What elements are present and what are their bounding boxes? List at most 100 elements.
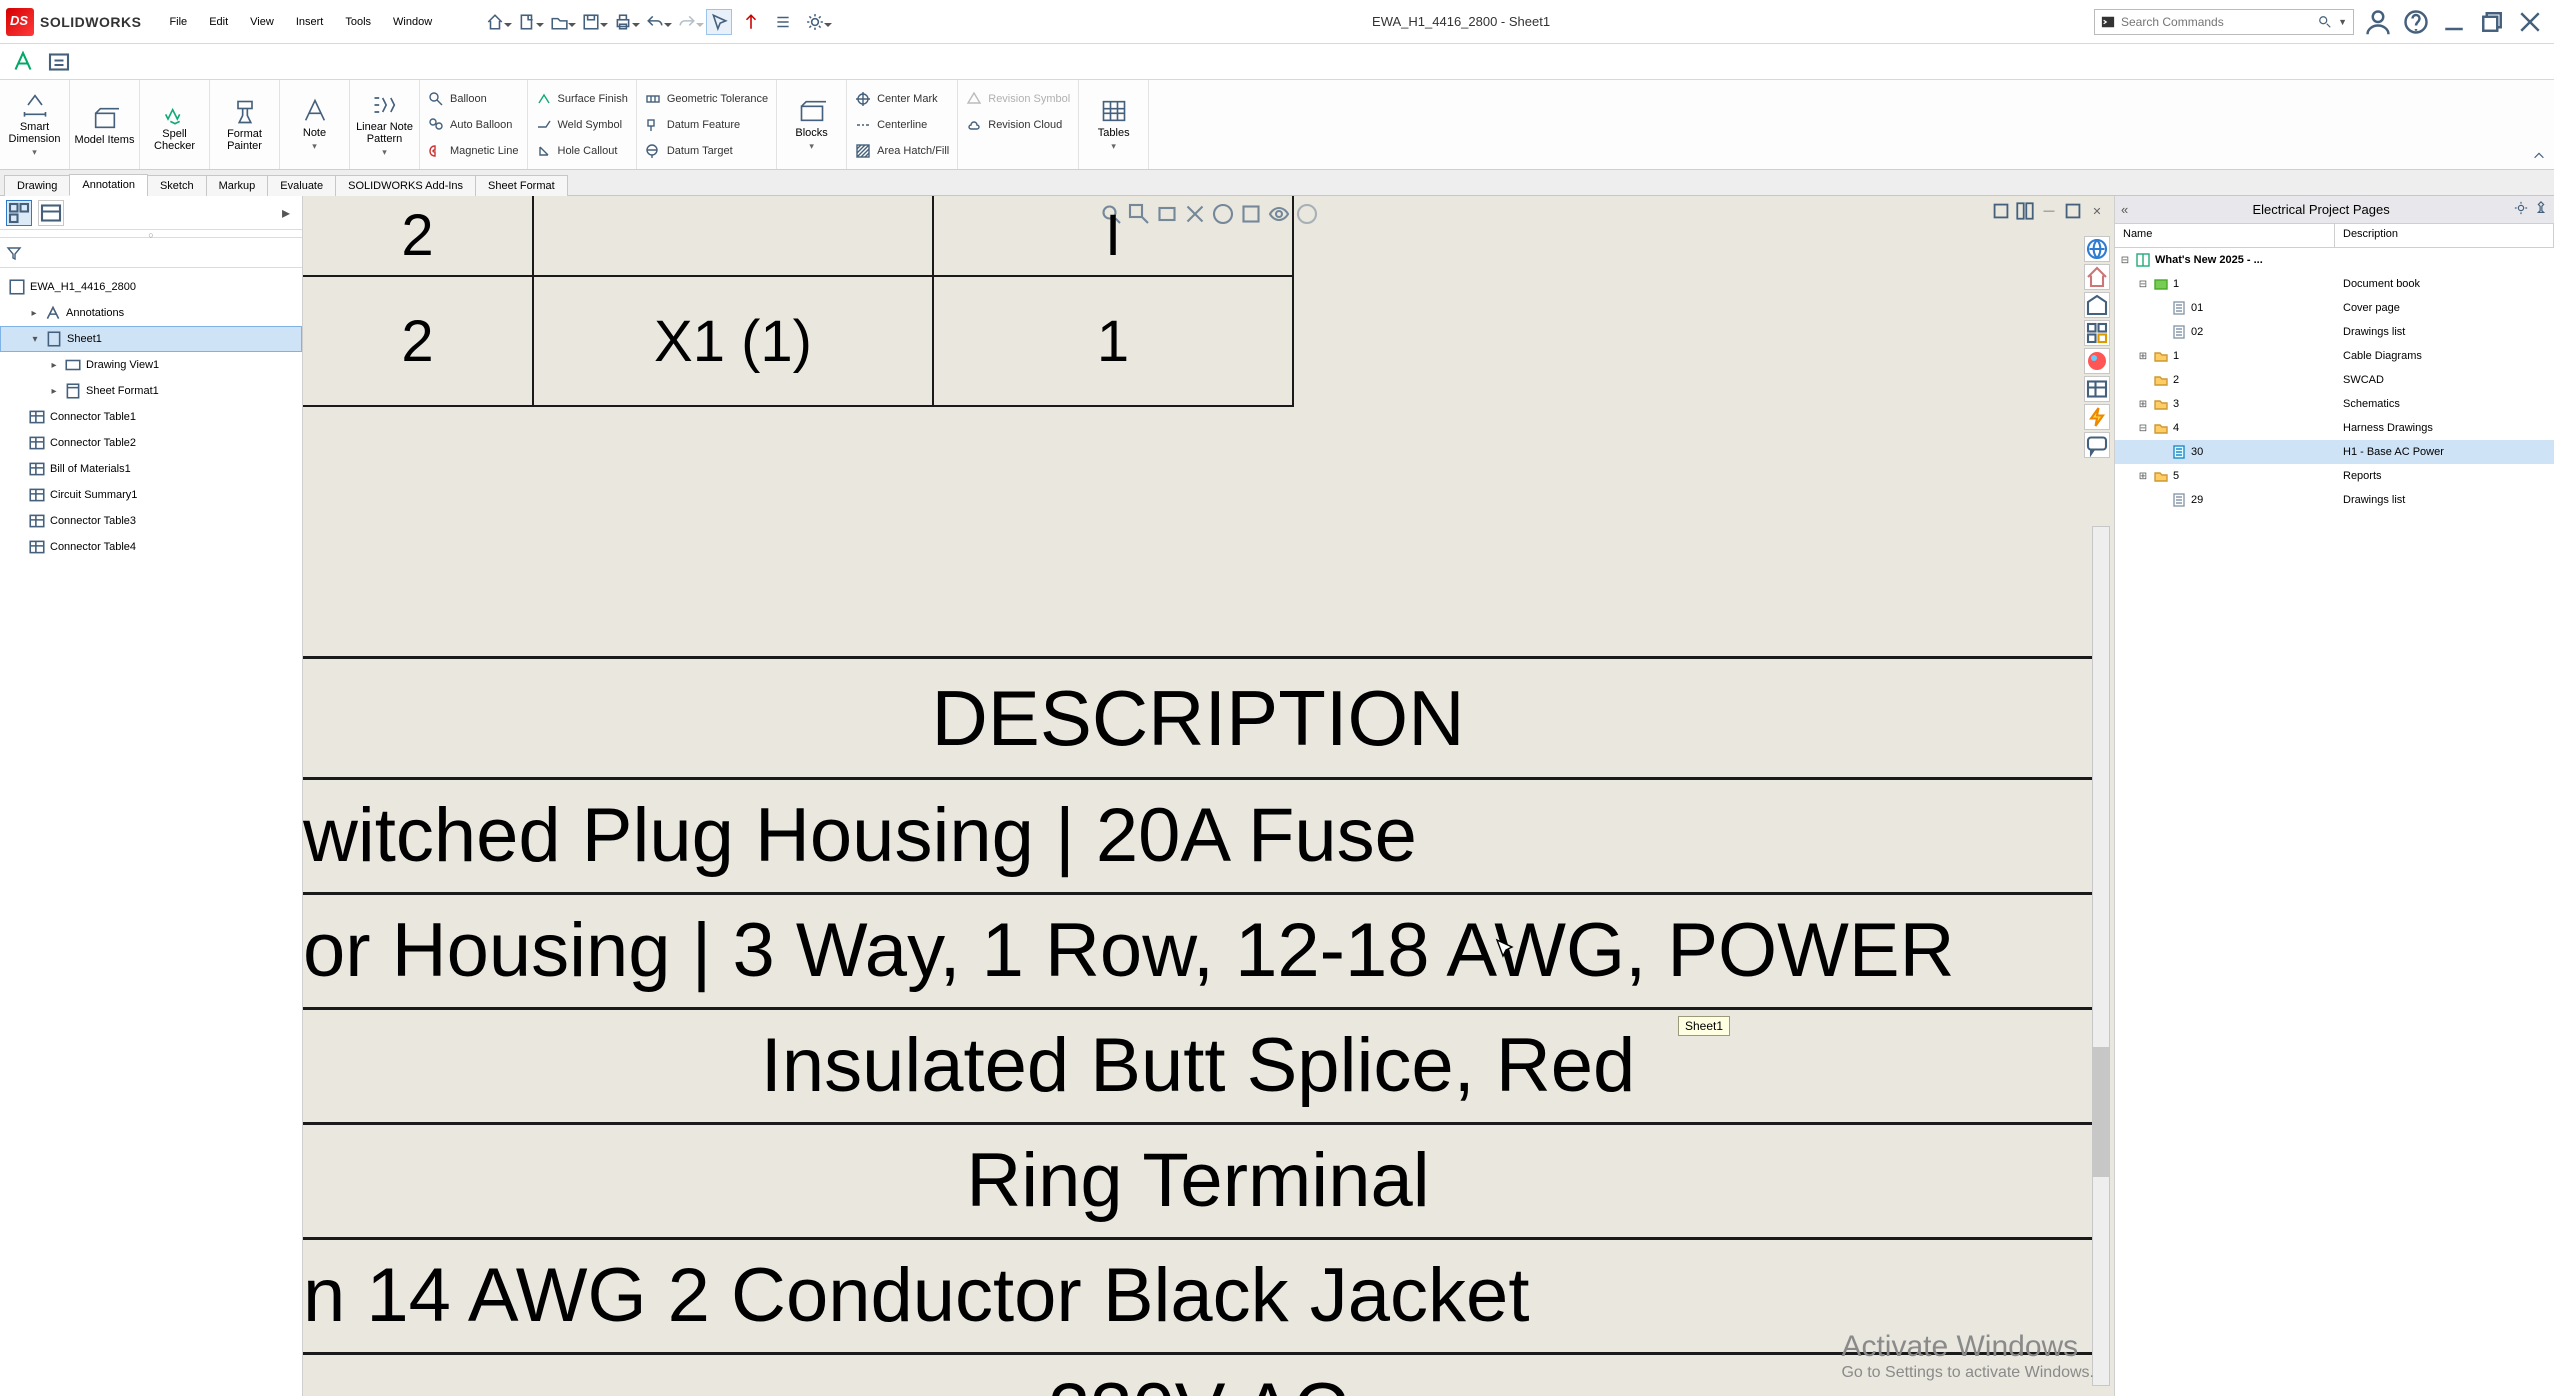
doc-maximize-icon[interactable] bbox=[2064, 202, 2082, 220]
project-tree-row[interactable]: ⊟ 1Document book bbox=[2115, 272, 2554, 296]
edit-appearance-icon[interactable] bbox=[1295, 202, 1319, 226]
tree-connector-table2[interactable]: Connector Table2 bbox=[0, 430, 302, 456]
datum-feature-button[interactable]: Datum Feature bbox=[645, 113, 768, 137]
tab-sheet-format[interactable]: Sheet Format bbox=[475, 175, 568, 196]
revision-cloud-button[interactable]: Revision Cloud bbox=[966, 113, 1070, 137]
menu-edit[interactable]: Edit bbox=[199, 12, 238, 32]
project-tree-row[interactable]: 02Drawings list bbox=[2115, 320, 2554, 344]
tree-circuit-summary1[interactable]: Circuit Summary1 bbox=[0, 482, 302, 508]
geometric-tolerance-button[interactable]: Geometric Tolerance bbox=[645, 87, 768, 111]
expander-icon[interactable]: ⊟ bbox=[2137, 279, 2149, 290]
tree-drawing-view1[interactable]: ▸Drawing View1 bbox=[0, 352, 302, 378]
scrollbar-thumb[interactable] bbox=[2093, 1047, 2109, 1177]
home-icon[interactable] bbox=[482, 9, 508, 35]
panel-settings-icon[interactable] bbox=[2514, 201, 2528, 218]
expander-icon[interactable]: ⊟ bbox=[2119, 255, 2131, 266]
drawing-canvas[interactable]: — ✕ 2 I 2 X1 (1) 1 DESCRIPTION witched P… bbox=[303, 196, 2114, 1396]
taskpane-view-palette-icon[interactable] bbox=[2084, 320, 2110, 346]
redo-icon[interactable] bbox=[674, 9, 700, 35]
doc-minimize-icon[interactable]: — bbox=[2040, 202, 2058, 220]
user-icon[interactable] bbox=[2364, 8, 2392, 36]
area-hatch-button[interactable]: Area Hatch/Fill bbox=[855, 139, 949, 163]
col-desc-header[interactable]: Description bbox=[2335, 224, 2554, 247]
linear-note-pattern-button[interactable]: Linear Note Pattern▾ bbox=[350, 80, 420, 169]
menu-insert[interactable]: Insert bbox=[286, 12, 334, 32]
taskpane-resources-icon[interactable] bbox=[2084, 236, 2110, 262]
project-tree-row[interactable]: ⊞ 1Cable Diagrams bbox=[2115, 344, 2554, 368]
font-annotation-icon[interactable] bbox=[10, 49, 36, 75]
centerline-button[interactable]: Centerline bbox=[855, 113, 949, 137]
col-name-header[interactable]: Name bbox=[2115, 224, 2335, 247]
taskpane-forum-icon[interactable] bbox=[2084, 432, 2110, 458]
expander-icon[interactable]: ⊟ bbox=[2137, 423, 2149, 434]
expander-icon[interactable]: ⊞ bbox=[2137, 399, 2149, 410]
options-list-icon[interactable] bbox=[770, 9, 796, 35]
tree-bom1[interactable]: Bill of Materials1 bbox=[0, 456, 302, 482]
undo-icon[interactable] bbox=[642, 9, 668, 35]
doc-close-icon[interactable]: ✕ bbox=[2088, 202, 2106, 220]
property-tab-icon[interactable] bbox=[38, 200, 64, 226]
taskpane-file-explorer-icon[interactable] bbox=[2084, 292, 2110, 318]
center-mark-button[interactable]: Center Mark bbox=[855, 87, 949, 111]
project-tree-row[interactable]: ⊞ 3Schematics bbox=[2115, 392, 2554, 416]
project-tree-row[interactable]: ⊟ 4Harness Drawings bbox=[2115, 416, 2554, 440]
project-tree-row[interactable]: 01Cover page bbox=[2115, 296, 2554, 320]
hole-callout-button[interactable]: Hole Callout bbox=[536, 139, 628, 163]
project-tree-row[interactable]: ⊟ What's New 2025 - ... bbox=[2115, 248, 2554, 272]
taskpane-custom-properties-icon[interactable] bbox=[2084, 376, 2110, 402]
tab-sketch[interactable]: Sketch bbox=[147, 175, 207, 196]
project-tree-row[interactable]: 2SWCAD bbox=[2115, 368, 2554, 392]
expander-icon[interactable]: ⊞ bbox=[2137, 351, 2149, 362]
minimize-icon[interactable] bbox=[2440, 8, 2468, 36]
settings-gear-icon[interactable] bbox=[802, 9, 828, 35]
note-button[interactable]: Note▾ bbox=[280, 80, 350, 169]
tables-button[interactable]: Tables▾ bbox=[1079, 80, 1149, 169]
search-input[interactable] bbox=[2121, 15, 2312, 29]
filter-funnel-icon[interactable] bbox=[6, 245, 22, 261]
balloon-button[interactable]: Balloon bbox=[428, 87, 519, 111]
linked-note-icon[interactable] bbox=[46, 49, 72, 75]
restore-icon[interactable] bbox=[2478, 8, 2506, 36]
tab-addins[interactable]: SOLIDWORKS Add-Ins bbox=[335, 175, 476, 196]
menu-file[interactable]: File bbox=[159, 12, 197, 32]
smart-dimension-button[interactable]: Smart Dimension▾ bbox=[0, 80, 70, 169]
help-icon[interactable] bbox=[2402, 8, 2430, 36]
menu-window[interactable]: Window bbox=[383, 12, 442, 32]
project-tree-row[interactable]: ⊞ 5Reports bbox=[2115, 464, 2554, 488]
close-icon[interactable] bbox=[2516, 8, 2544, 36]
panel-expand-icon[interactable]: ▸ bbox=[276, 203, 296, 223]
doc-tile-icon[interactable] bbox=[2016, 202, 2034, 220]
tab-evaluate[interactable]: Evaluate bbox=[267, 175, 336, 196]
rebuild-icon[interactable] bbox=[738, 9, 764, 35]
auto-balloon-button[interactable]: Auto Balloon bbox=[428, 113, 519, 137]
feature-tree-tab-icon[interactable] bbox=[6, 200, 32, 226]
spell-checker-button[interactable]: Spell Checker bbox=[140, 80, 210, 169]
tree-annotations[interactable]: ▸Annotations bbox=[0, 300, 302, 326]
tab-drawing[interactable]: Drawing bbox=[4, 175, 70, 196]
tree-connector-table1[interactable]: Connector Table1 bbox=[0, 404, 302, 430]
select-icon[interactable] bbox=[706, 9, 732, 35]
vertical-scrollbar[interactable] bbox=[2092, 526, 2110, 1386]
new-icon[interactable] bbox=[514, 9, 540, 35]
datum-target-button[interactable]: Datum Target bbox=[645, 139, 768, 163]
format-painter-button[interactable]: Format Painter bbox=[210, 80, 280, 169]
menu-tools[interactable]: Tools bbox=[335, 12, 381, 32]
menu-view[interactable]: View bbox=[240, 12, 284, 32]
tree-root[interactable]: EWA_H1_4416_2800 bbox=[0, 274, 302, 300]
surface-finish-button[interactable]: Surface Finish bbox=[536, 87, 628, 111]
tab-markup[interactable]: Markup bbox=[206, 175, 269, 196]
panel-pin-icon[interactable] bbox=[2534, 201, 2548, 218]
tree-sheet1[interactable]: ▾Sheet1 bbox=[0, 326, 302, 352]
menu-pin-icon[interactable] bbox=[444, 12, 464, 32]
taskpane-electrical-icon[interactable] bbox=[2084, 404, 2110, 430]
panel-collapse-icon[interactable]: « bbox=[2121, 202, 2128, 217]
taskpane-design-library-icon[interactable] bbox=[2084, 264, 2110, 290]
search-dropdown-icon[interactable]: ▼ bbox=[2338, 17, 2347, 27]
tree-connector-table3[interactable]: Connector Table3 bbox=[0, 508, 302, 534]
collapse-ribbon-icon[interactable] bbox=[2524, 80, 2554, 169]
project-tree-row[interactable]: 29Drawings list bbox=[2115, 488, 2554, 512]
tree-sheet-format1[interactable]: ▸Sheet Format1 bbox=[0, 378, 302, 404]
print-icon[interactable] bbox=[610, 9, 636, 35]
model-items-button[interactable]: Model Items bbox=[70, 80, 140, 169]
blocks-button[interactable]: Blocks▾ bbox=[777, 80, 847, 169]
